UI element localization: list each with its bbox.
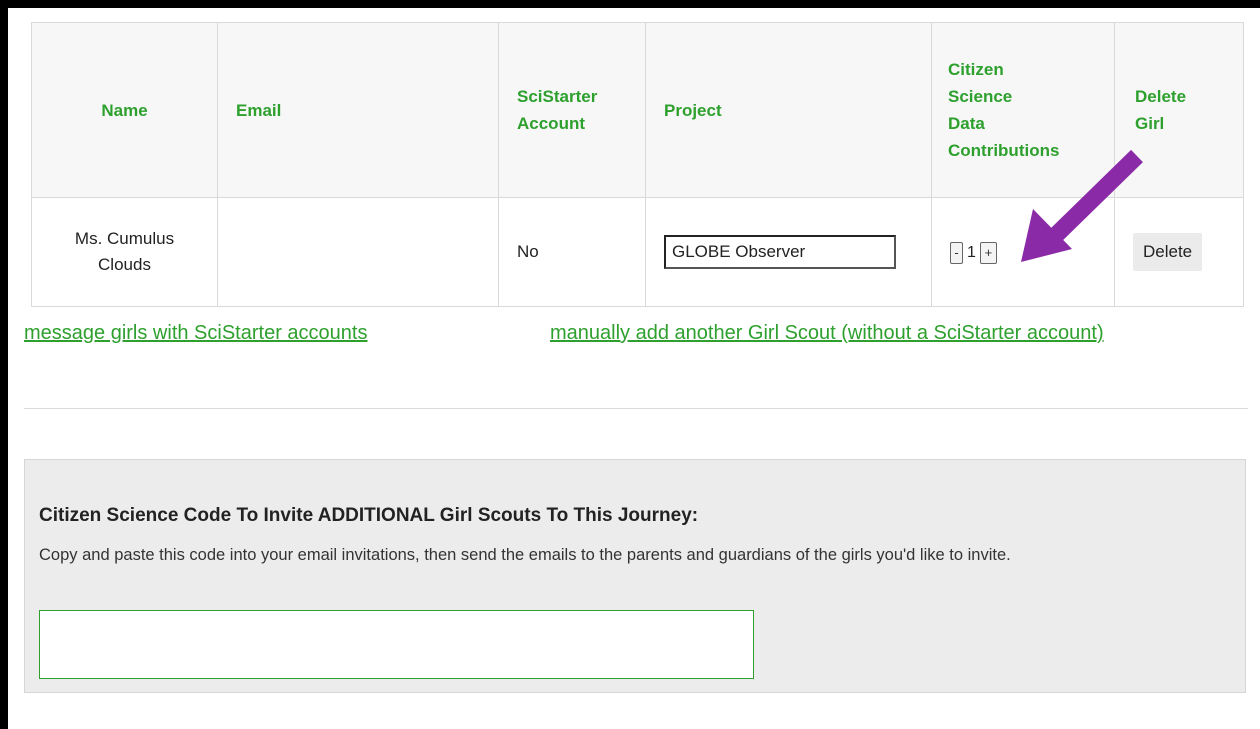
table-row: Ms. Cumulus Clouds No GLOBE Observer - 1… [31, 197, 1244, 307]
girl-name-line: Clouds [98, 255, 151, 274]
table-header-row: Name Email SciStarter Account Project Ci… [31, 22, 1244, 198]
cell-email [217, 197, 499, 307]
invite-code-field[interactable] [39, 610, 754, 679]
header-account-line: SciStarter [517, 87, 598, 106]
project-input[interactable]: GLOBE Observer [664, 235, 896, 269]
section-divider [24, 408, 1248, 409]
cell-name: Ms. Cumulus Clouds [31, 197, 218, 307]
header-contrib-line: Contributions [948, 141, 1060, 160]
header-email: Email [217, 22, 499, 198]
cell-contributions: - 1 + [931, 197, 1115, 307]
frame-border-left [0, 0, 8, 729]
invite-code-panel: Citizen Science Code To Invite ADDITIONA… [24, 459, 1246, 693]
header-project: Project [645, 22, 932, 198]
increment-button[interactable]: + [979, 241, 997, 264]
decrement-button[interactable]: - [950, 241, 963, 264]
contributions-stepper: - 1 + [950, 240, 997, 266]
invite-code-description: Copy and paste this code into your email… [39, 546, 1011, 564]
header-name: Name [31, 22, 218, 198]
cell-project: GLOBE Observer [645, 197, 932, 307]
frame-border-top [0, 0, 1260, 8]
header-scistarter-account: SciStarter Account [498, 22, 646, 198]
header-contributions: Citizen Science Data Contributions [931, 22, 1115, 198]
header-delete-line: Delete [1135, 87, 1187, 106]
header-account-line: Account [517, 114, 585, 133]
girl-scouts-table: Name Email SciStarter Account Project Ci… [31, 22, 1244, 307]
header-contrib-line: Citizen [948, 60, 1004, 79]
girl-name-line: Ms. Cumulus [74, 229, 175, 248]
header-delete-line: Girl [1135, 114, 1165, 133]
header-contrib-line: Data [948, 114, 985, 133]
message-girls-link[interactable]: message girls with SciStarter accounts [24, 322, 367, 345]
delete-button[interactable]: Delete [1133, 233, 1203, 271]
cell-scistarter-account: No [498, 197, 646, 307]
add-girl-scout-link[interactable]: manually add another Girl Scout (without… [550, 322, 1104, 345]
invite-code-title: Citizen Science Code To Invite ADDITIONA… [39, 505, 699, 526]
header-contrib-line: Science [948, 87, 1013, 106]
header-delete-girl: Delete Girl [1114, 22, 1244, 198]
contributions-count: 1 [967, 243, 976, 261]
cell-delete: Delete [1114, 197, 1244, 307]
